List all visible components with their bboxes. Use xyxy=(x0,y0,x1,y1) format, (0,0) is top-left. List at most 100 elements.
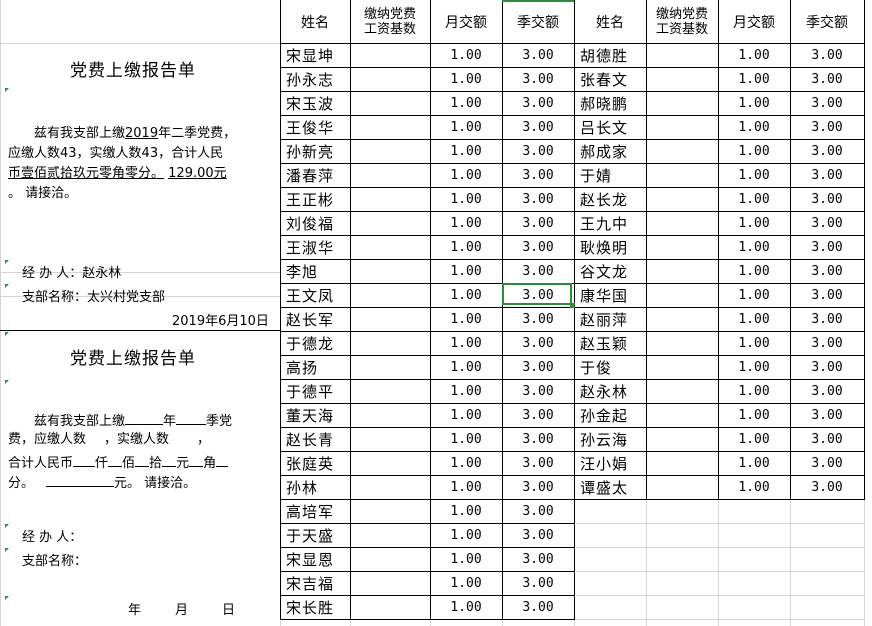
form2-line2[interactable]: 费，应缴人数 ，实缴人数 ， xyxy=(8,430,210,450)
name-cell[interactable]: 孙永志 xyxy=(280,68,350,91)
quarterly-cell[interactable]: 3.00 xyxy=(790,236,864,259)
quarterly-cell[interactable]: 3.00 xyxy=(502,92,574,115)
monthly-cell[interactable]: 1.00 xyxy=(430,428,502,451)
monthly-cell[interactable]: 1.00 xyxy=(718,428,790,451)
name-cell[interactable]: 宋长胜 xyxy=(280,596,350,619)
form1-line4[interactable]: 。 请接洽。 xyxy=(8,184,77,204)
name-cell[interactable]: 张庭英 xyxy=(280,452,350,475)
monthly-cell[interactable]: 1.00 xyxy=(718,68,790,91)
quarterly-cell[interactable]: 3.00 xyxy=(790,164,864,187)
quarterly-cell[interactable]: 3.00 xyxy=(790,404,864,427)
quarterly-cell[interactable]: 3.00 xyxy=(502,572,574,595)
name-cell[interactable]: 赵玉颖 xyxy=(574,332,646,355)
monthly-cell[interactable]: 1.00 xyxy=(718,260,790,283)
name-cell[interactable]: 赵丽萍 xyxy=(574,308,646,331)
quarterly-cell[interactable]: 3.00 xyxy=(502,476,574,499)
quarterly-cell[interactable]: 3.00 xyxy=(790,332,864,355)
form2-blank-e[interactable] xyxy=(189,452,204,467)
quarterly-cell[interactable]: 3.00 xyxy=(502,452,574,475)
form2-blank-f[interactable] xyxy=(216,452,229,467)
quarterly-cell[interactable]: 3.00 xyxy=(502,116,574,139)
quarterly-cell[interactable]: 3.00 xyxy=(502,44,574,67)
name-cell[interactable]: 董天海 xyxy=(280,404,350,427)
name-cell[interactable]: 赵长军 xyxy=(280,308,350,331)
form1-branch[interactable]: 支部名称：太兴村党支部 xyxy=(22,286,165,305)
monthly-cell[interactable]: 1.00 xyxy=(430,548,502,571)
quarterly-cell[interactable]: 3.00 xyxy=(502,356,574,379)
monthly-cell[interactable]: 1.00 xyxy=(430,140,502,163)
form2-line4[interactable]: 分。 元。 请接洽。 xyxy=(8,472,196,494)
name-cell[interactable]: 于俊 xyxy=(574,356,646,379)
quarterly-cell[interactable]: 3.00 xyxy=(502,140,574,163)
header-quarterly-right[interactable]: 季交额 xyxy=(790,0,864,44)
fill-handle[interactable] xyxy=(570,303,575,308)
monthly-cell[interactable]: 1.00 xyxy=(430,236,502,259)
name-cell[interactable]: 谷文龙 xyxy=(574,260,646,283)
monthly-cell[interactable]: 1.00 xyxy=(718,308,790,331)
name-cell[interactable]: 王淑华 xyxy=(280,236,350,259)
quarterly-cell[interactable]: 3.00 xyxy=(790,428,864,451)
name-cell[interactable]: 张春文 xyxy=(574,68,646,91)
name-cell[interactable]: 于德龙 xyxy=(280,332,350,355)
name-cell[interactable]: 王文凤 xyxy=(280,284,350,307)
monthly-cell[interactable]: 1.00 xyxy=(430,500,502,523)
monthly-cell[interactable]: 1.00 xyxy=(718,236,790,259)
monthly-cell[interactable]: 1.00 xyxy=(718,332,790,355)
quarterly-cell[interactable]: 3.00 xyxy=(502,596,574,619)
quarterly-cell[interactable]: 3.00 xyxy=(790,356,864,379)
name-cell[interactable]: 谭盛太 xyxy=(574,476,646,499)
monthly-cell[interactable]: 1.00 xyxy=(718,44,790,67)
quarterly-cell[interactable]: 3.00 xyxy=(790,452,864,475)
name-cell[interactable]: 郝成家 xyxy=(574,140,646,163)
form2-quarter-blank[interactable] xyxy=(176,410,207,425)
name-cell[interactable]: 王正彬 xyxy=(280,188,350,211)
quarterly-cell[interactable]: 3.00 xyxy=(790,476,864,499)
form2-blank-a[interactable] xyxy=(73,452,96,467)
monthly-cell[interactable]: 1.00 xyxy=(430,452,502,475)
quarterly-cell[interactable]: 3.00 xyxy=(502,428,574,451)
form1-line2[interactable]: 应缴人数43，实缴人数43，合计人民 xyxy=(8,144,223,164)
monthly-cell[interactable]: 1.00 xyxy=(718,452,790,475)
form2-handler[interactable]: 经 办 人： xyxy=(22,526,82,545)
active-cell-selection[interactable] xyxy=(502,283,572,305)
quarterly-cell[interactable]: 3.00 xyxy=(790,380,864,403)
monthly-cell[interactable]: 1.00 xyxy=(430,596,502,619)
monthly-cell[interactable]: 1.00 xyxy=(430,332,502,355)
monthly-cell[interactable]: 1.00 xyxy=(718,164,790,187)
quarterly-cell[interactable]: 3.00 xyxy=(790,68,864,91)
header-quarterly-left[interactable]: 季交额 xyxy=(502,0,574,44)
form1-handler[interactable]: 经 办 人：赵永林 xyxy=(22,262,121,281)
monthly-cell[interactable]: 1.00 xyxy=(430,404,502,427)
header-monthly-right[interactable]: 月交额 xyxy=(718,0,790,44)
header-wage-base-right[interactable]: 缴纳党费 工资基数 xyxy=(646,0,718,44)
name-cell[interactable]: 潘春萍 xyxy=(280,164,350,187)
name-cell[interactable]: 赵长青 xyxy=(280,428,350,451)
monthly-cell[interactable]: 1.00 xyxy=(430,380,502,403)
header-wage-base-left[interactable]: 缴纳党费 工资基数 xyxy=(350,0,430,44)
quarterly-cell[interactable]: 3.00 xyxy=(502,308,574,331)
name-cell[interactable]: 孙金起 xyxy=(574,404,646,427)
form2-blank-d[interactable] xyxy=(162,452,177,467)
quarterly-cell[interactable]: 3.00 xyxy=(790,116,864,139)
form1-line1[interactable]: 兹有我支部上缴2019年二季党费， xyxy=(34,124,236,144)
form1-date[interactable]: 2019年6月10日 xyxy=(172,310,269,329)
form2-amount-blank[interactable] xyxy=(46,472,115,487)
monthly-cell[interactable]: 1.00 xyxy=(430,356,502,379)
name-cell[interactable]: 于婧 xyxy=(574,164,646,187)
header-name-left[interactable]: 姓名 xyxy=(280,0,350,44)
quarterly-cell[interactable]: 3.00 xyxy=(502,332,574,355)
form1-title[interactable]: 党费上缴报告单 xyxy=(70,56,196,81)
form2-year-blank[interactable] xyxy=(125,410,164,425)
monthly-cell[interactable]: 1.00 xyxy=(718,284,790,307)
monthly-cell[interactable]: 1.00 xyxy=(430,260,502,283)
monthly-cell[interactable]: 1.00 xyxy=(430,92,502,115)
name-cell[interactable]: 于德平 xyxy=(280,380,350,403)
name-cell[interactable]: 胡德胜 xyxy=(574,44,646,67)
quarterly-cell[interactable]: 3.00 xyxy=(790,260,864,283)
form2-blank-b[interactable] xyxy=(108,452,123,467)
quarterly-cell[interactable]: 3.00 xyxy=(790,188,864,211)
name-cell[interactable]: 宋玉波 xyxy=(280,92,350,115)
name-cell[interactable]: 刘俊福 xyxy=(280,212,350,235)
quarterly-cell[interactable]: 3.00 xyxy=(790,44,864,67)
monthly-cell[interactable]: 1.00 xyxy=(430,68,502,91)
